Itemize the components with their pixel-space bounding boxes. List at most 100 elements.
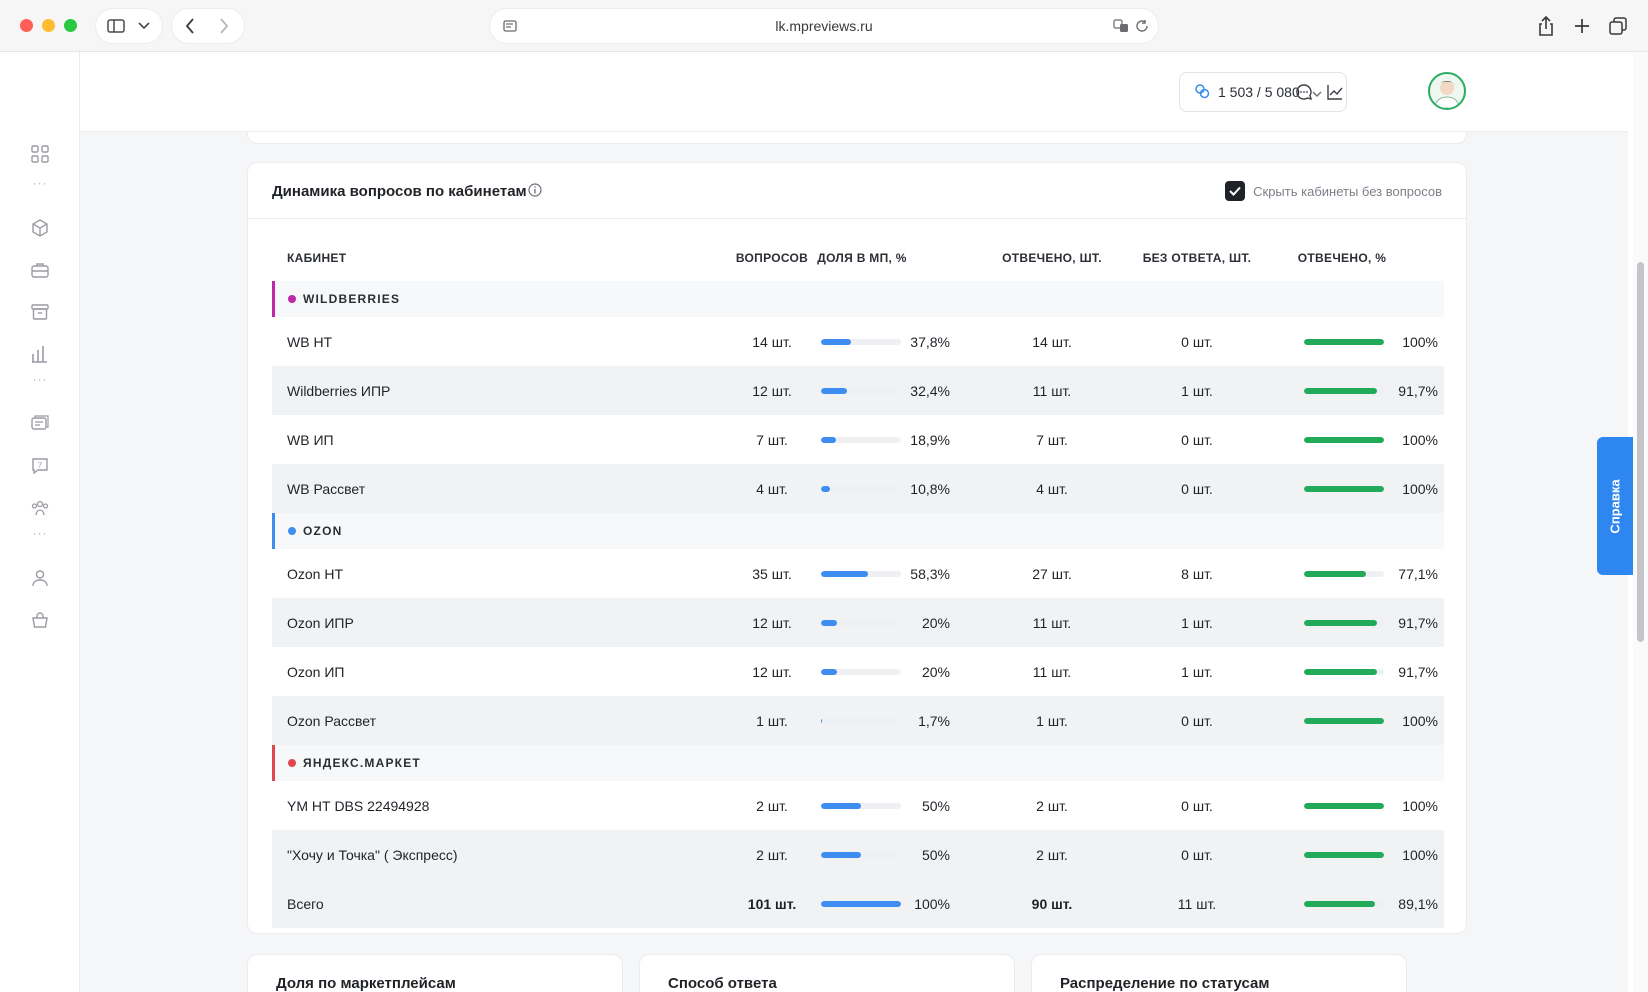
- sidebar-icon[interactable]: [106, 17, 126, 35]
- table-row[interactable]: Ozon Рассвет 1 шт. 1,7% 1 шт. 0 шт. 100%: [272, 696, 1444, 745]
- questions-icon[interactable]: ?: [28, 454, 52, 478]
- answered-pct-bar: [1304, 388, 1384, 394]
- cabinet-name: "Хочу и Точка" ( Экспресс): [287, 847, 458, 863]
- share-bar: [821, 620, 901, 626]
- card-title: Динамика вопросов по кабинетам: [272, 183, 527, 200]
- hide-empty-label: Скрыть кабинеты без вопросов: [1253, 183, 1442, 199]
- new-tab-icon[interactable]: [1572, 16, 1592, 36]
- minimize-window-button[interactable]: [42, 19, 55, 32]
- table-row[interactable]: Ozon НТ 35 шт. 58,3% 27 шт. 8 шт. 77,1%: [272, 549, 1444, 598]
- previous-card-edge: [247, 132, 1467, 144]
- chevron-down-icon[interactable]: [136, 18, 152, 34]
- address-bar[interactable]: lk.mpreviews.ru: [490, 9, 1158, 43]
- close-window-button[interactable]: [20, 19, 33, 32]
- table-row[interactable]: WB ИП 7 шт. 18,9% 7 шт. 0 шт. 100%: [272, 415, 1444, 464]
- column-header-answered-pct[interactable]: ОТВЕЧЕНО, %: [1262, 251, 1422, 265]
- share-bar: [821, 388, 901, 394]
- answered-count: 11 шт.: [1032, 664, 1072, 680]
- marketplace-group-header: ЯНДЕКС.МАРКЕТ: [272, 745, 1444, 781]
- svg-text:?: ?: [38, 461, 42, 470]
- answered-pct-bar-fill: [1304, 901, 1376, 907]
- answered-pct-bar: [1304, 852, 1384, 858]
- cabinet-name: Ozon Рассвет: [287, 713, 377, 729]
- answered-pct-bar: [1304, 620, 1384, 626]
- scrollbar-thumb[interactable]: [1637, 262, 1644, 642]
- dashboard-icon[interactable]: [28, 142, 52, 166]
- sidebar-separator: ···: [32, 526, 48, 540]
- page-scrollbar[interactable]: [1633, 52, 1648, 992]
- share-value: 37,8%: [910, 334, 950, 350]
- table-row[interactable]: WB Рассвет 4 шт. 10,8% 4 шт. 0 шт. 100%: [272, 464, 1444, 513]
- unanswered-count: 0 шт.: [1181, 481, 1213, 497]
- answered-pct-value: 100%: [1402, 432, 1438, 448]
- share-bar-fill: [821, 486, 830, 492]
- help-button[interactable]: Справка: [1597, 437, 1633, 575]
- hide-empty-toggle[interactable]: Скрыть кабинеты без вопросов: [1225, 181, 1442, 201]
- group-color-dot: [288, 759, 296, 767]
- column-header-answered[interactable]: ОТВЕЧЕНО, ШТ.: [972, 251, 1132, 265]
- answered-pct-bar-fill: [1304, 486, 1384, 492]
- questions-by-cabinet-card: Динамика вопросов по кабинетам Скрыть ка…: [247, 162, 1467, 934]
- answered-pct-bar-fill: [1304, 339, 1384, 345]
- column-header-unanswered[interactable]: БЕЗ ОТВЕТА, ШТ.: [1117, 251, 1277, 265]
- answered-pct-bar-fill: [1304, 803, 1384, 809]
- table-row[interactable]: Ozon ИП 12 шт. 20% 11 шт. 1 шт. 91,7%: [272, 647, 1444, 696]
- forward-icon[interactable]: [216, 18, 232, 34]
- briefcase-icon[interactable]: [28, 258, 52, 282]
- quota-selector[interactable]: 1 503 / 5 080: [1179, 72, 1347, 112]
- share-bar: [821, 571, 901, 577]
- tab-overview-icon[interactable]: [1608, 16, 1628, 36]
- sidebar-separator: ···: [32, 176, 48, 190]
- table-row[interactable]: YM НТ DBS 22494928 2 шт. 50% 2 шт. 0 шт. 100%: [272, 781, 1444, 830]
- zoom-window-button[interactable]: [64, 19, 77, 32]
- marketplace-name: WILDBERRIES: [303, 292, 401, 306]
- table-row[interactable]: Wildberries ИПР 12 шт. 32,4% 11 шт. 1 шт. 91,…: [272, 366, 1444, 415]
- profile-icon[interactable]: [28, 566, 52, 590]
- analytics-icon[interactable]: [28, 342, 52, 366]
- share-bar-fill: [821, 388, 847, 394]
- answered-pct-bar: [1304, 571, 1384, 577]
- archive-icon[interactable]: [28, 300, 52, 324]
- total-row[interactable]: Всего 101 шт. 100% 90 шт. 11 шт. 89,1%: [272, 879, 1444, 928]
- hide-empty-checkbox[interactable]: [1225, 181, 1246, 201]
- share-bar: [821, 437, 901, 443]
- unanswered-count: 0 шт.: [1181, 713, 1213, 729]
- app-sidebar: ··· ··· ? ···: [0, 52, 80, 992]
- products-icon[interactable]: [28, 216, 52, 240]
- user-avatar[interactable]: [1428, 72, 1466, 110]
- share-bar-fill: [821, 620, 837, 626]
- group-color-bar: [272, 281, 275, 317]
- answered-pct-bar: [1304, 486, 1384, 492]
- answered-pct-bar-fill: [1304, 669, 1378, 675]
- back-icon[interactable]: [182, 18, 198, 34]
- column-header-share[interactable]: ДОЛЯ В МП, %: [792, 251, 932, 265]
- cabinet-name: WB Рассвет: [287, 481, 366, 497]
- answered-count: 7 шт.: [1036, 432, 1068, 448]
- share-value: 50%: [921, 798, 950, 814]
- table-row[interactable]: Ozon ИПР 12 шт. 20% 11 шт. 1 шт. 91,7%: [272, 598, 1444, 647]
- cabinet-name: Ozon НТ: [287, 566, 344, 582]
- table-row[interactable]: "Хочу и Точка" ( Экспресс) 2 шт. 50% 2 шт. 0…: [272, 830, 1444, 879]
- table-row[interactable]: WB НТ 14 шт. 37,8% 14 шт. 0 шт. 100%: [272, 317, 1444, 366]
- share-bar-fill: [821, 437, 837, 443]
- quota-value: 1 503 / 5 080: [1218, 84, 1300, 100]
- info-icon[interactable]: [528, 183, 542, 202]
- marketplace-group-header: OZON: [272, 513, 1444, 549]
- share-value: 20%: [921, 664, 950, 680]
- marketplace-name: ЯНДЕКС.МАРКЕТ: [303, 756, 421, 770]
- reviews-icon[interactable]: [28, 412, 52, 436]
- status-distribution-card: Распределение по статусам: [1031, 954, 1407, 992]
- translate-icon[interactable]: [1112, 18, 1130, 34]
- team-icon[interactable]: [28, 496, 52, 520]
- share-bar: [821, 803, 901, 809]
- chat-icon[interactable]: [1292, 80, 1316, 104]
- reload-icon[interactable]: [1134, 18, 1150, 34]
- answered-pct-bar: [1304, 718, 1384, 724]
- basket-icon[interactable]: [28, 608, 52, 632]
- chart-line-icon[interactable]: [1323, 80, 1347, 104]
- answered-pct-bar-fill: [1304, 571, 1366, 577]
- share-value: 1,7%: [918, 713, 950, 729]
- column-header-cabinet[interactable]: КАБИНЕТ: [287, 251, 346, 265]
- answered-pct-bar: [1304, 339, 1384, 345]
- share-icon[interactable]: [1536, 16, 1556, 36]
